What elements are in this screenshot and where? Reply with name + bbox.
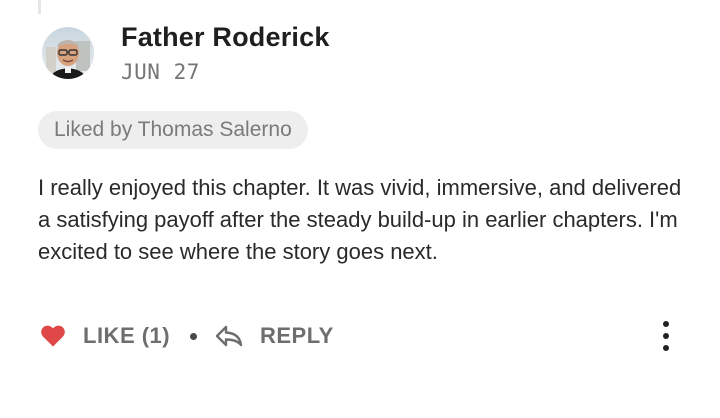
comment-card: Father Roderick JUN 27 Liked by Thomas S… [0, 0, 720, 418]
comment-actions: LIKE (1) REPLY [40, 316, 690, 356]
reply-arrow-icon [214, 324, 244, 348]
more-vertical-icon [663, 321, 669, 327]
author-name[interactable]: Father Roderick [121, 22, 330, 53]
like-button[interactable]: LIKE (1) [40, 316, 170, 356]
heart-icon [40, 324, 66, 348]
separator-dot [190, 333, 197, 340]
more-options-button[interactable] [654, 318, 678, 354]
comment-body: I really enjoyed this chapter. It was vi… [38, 175, 682, 264]
thread-line [38, 0, 41, 14]
more-vertical-icon-dot [663, 333, 669, 339]
reply-label: REPLY [260, 323, 334, 348]
comment-date: JUN 27 [121, 60, 200, 84]
like-label: LIKE (1) [83, 323, 171, 348]
reply-button[interactable]: REPLY [214, 316, 334, 356]
liked-by-badge[interactable]: Liked by Thomas Salerno [38, 111, 308, 149]
more-vertical-icon-dot [663, 345, 669, 351]
avatar[interactable] [42, 27, 94, 79]
